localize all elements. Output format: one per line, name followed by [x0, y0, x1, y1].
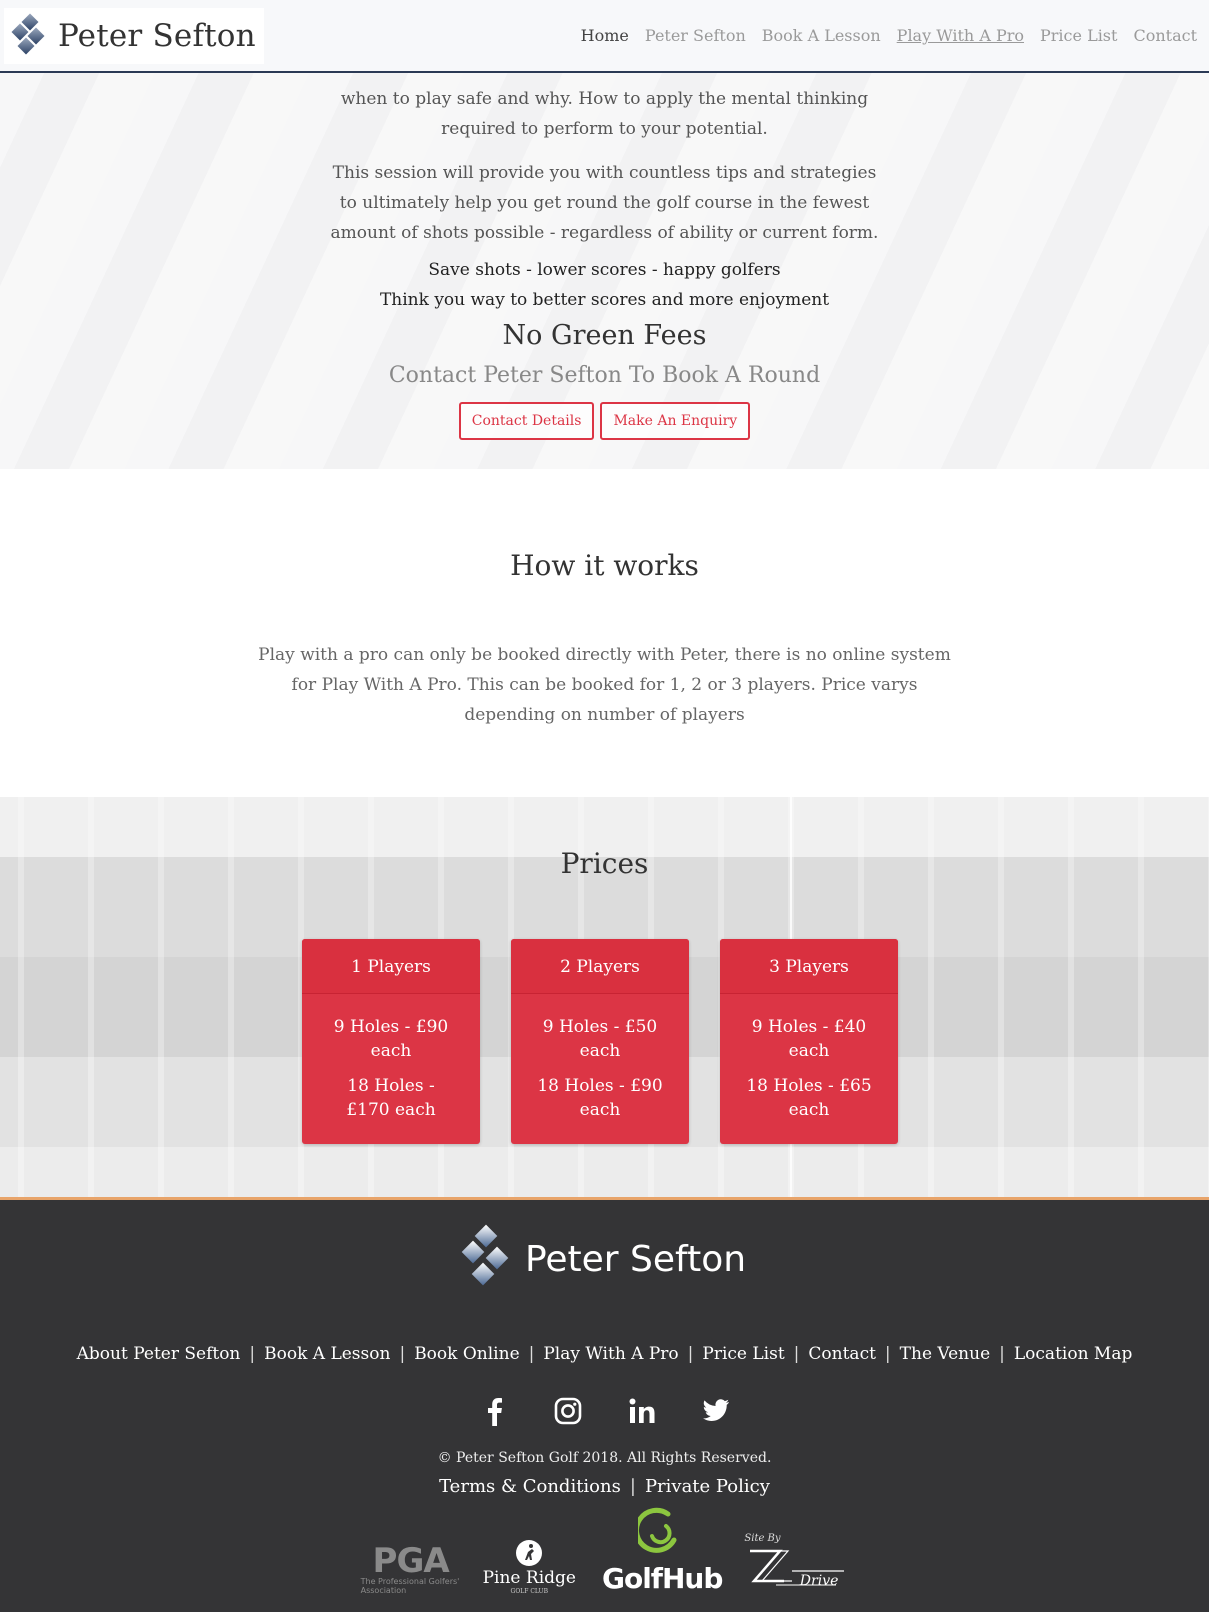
hero-section: when to play safe and why. How to apply …: [0, 73, 1209, 469]
pga-logo-text: PGA: [372, 1541, 450, 1581]
price-cards: 1 Players 9 Holes - £90 each 18 Holes - …: [302, 939, 898, 1144]
price-18-holes: 18 Holes - £90 each: [537, 1076, 663, 1120]
nav-price-list[interactable]: Price List: [1032, 26, 1125, 45]
price-card-1-player: 1 Players 9 Holes - £90 each 18 Holes - …: [302, 939, 480, 1144]
link-separator: |: [399, 1344, 406, 1364]
hero-subheading: Contact Peter Sefton To Book A Round: [388, 363, 821, 388]
footer-link-location-map[interactable]: Location Map: [1014, 1344, 1132, 1364]
pine-ridge-logo[interactable]: Pine Ridge GOLF CLUB: [483, 1538, 576, 1595]
golfhub-logo[interactable]: GolfHub: [598, 1506, 723, 1595]
social-links: [0, 1394, 1209, 1428]
link-separator: |: [793, 1344, 800, 1364]
copyright-text: © Peter Sefton Golf 2018. All Rights Res…: [437, 1450, 772, 1466]
price-card-heading: 2 Players: [511, 939, 689, 994]
link-separator: |: [249, 1344, 256, 1364]
price-18-holes: 18 Holes - £65 each: [746, 1076, 872, 1120]
prices-title: Prices: [560, 847, 649, 880]
price-card-3-players: 3 Players 9 Holes - £40 each 18 Holes - …: [720, 939, 898, 1144]
footer-link-book-online[interactable]: Book Online: [414, 1344, 519, 1364]
instagram-icon[interactable]: [550, 1394, 586, 1428]
footer-link-price-list[interactable]: Price List: [702, 1344, 784, 1364]
how-it-works-title: How it works: [510, 549, 699, 582]
footer-links: About Peter Sefton | Book A Lesson | Boo…: [0, 1344, 1209, 1364]
hero-tagline-2: Think you way to better scores and more …: [379, 290, 830, 310]
link-separator: |: [999, 1344, 1005, 1364]
linkedin-icon[interactable]: [624, 1394, 660, 1428]
hero-paragraph-1: when to play safe and why. How to apply …: [340, 89, 869, 139]
price-9-holes: 9 Holes - £50 each: [542, 1017, 658, 1061]
footer-link-book-a-lesson[interactable]: Book A Lesson: [264, 1344, 390, 1364]
hero-buttons: Contact Details Make An Enquiry: [0, 402, 1209, 440]
nav-contact[interactable]: Contact: [1125, 26, 1205, 45]
background-band: [0, 1147, 1209, 1197]
logo-diamonds-icon: [461, 1224, 509, 1292]
how-it-works-section: How it works Play with a pro can only be…: [0, 469, 1209, 797]
logo-diamonds-icon: [11, 13, 48, 56]
site-footer: Peter Sefton About Peter Sefton | Book A…: [0, 1197, 1209, 1612]
how-it-works-body: Play with a pro can only be booked direc…: [258, 645, 951, 725]
zdrive-logo[interactable]: Site By Drive: [744, 1533, 848, 1595]
golfhub-ring-icon: [638, 1507, 677, 1553]
footer-logo[interactable]: Peter Sefton: [0, 1224, 1209, 1292]
footer-link-play-with-a-pro[interactable]: Play With A Pro: [543, 1344, 678, 1364]
golfhub-text: GolfHub: [601, 1562, 723, 1595]
site-by-label: Site By: [744, 1533, 781, 1544]
make-an-enquiry-button[interactable]: Make An Enquiry: [600, 402, 751, 440]
twitter-icon[interactable]: [698, 1394, 734, 1428]
hero-tagline-1: Save shots - lower scores - happy golfer…: [428, 260, 781, 280]
prices-section: Prices 1 Players 9 Holes - £90 each 18 H…: [0, 797, 1209, 1197]
privacy-link[interactable]: Private Policy: [645, 1476, 770, 1497]
footer-link-contact[interactable]: Contact: [808, 1344, 876, 1364]
golfer-silhouette-icon: [516, 1540, 543, 1566]
nav-peter-sefton[interactable]: Peter Sefton: [637, 26, 754, 45]
contact-details-button[interactable]: Contact Details: [458, 402, 595, 440]
price-9-holes: 9 Holes - £40 each: [751, 1017, 867, 1061]
facebook-icon[interactable]: [476, 1394, 512, 1428]
nav-play-with-a-pro[interactable]: Play With A Pro: [889, 26, 1032, 45]
link-separator: |: [629, 1476, 636, 1497]
main-nav: Home Peter Sefton Book A Lesson Play Wit…: [573, 26, 1205, 45]
footer-logo-text: Peter Sefton: [524, 1238, 747, 1280]
zdrive-label: Drive: [799, 1573, 839, 1589]
link-separator: |: [528, 1344, 535, 1364]
pga-logo[interactable]: PGA The Professional Golfers' Associatio…: [360, 1541, 461, 1595]
nav-home[interactable]: Home: [573, 26, 637, 45]
legal-links: Terms & Conditions | Private Policy: [0, 1476, 1209, 1497]
footer-link-the-venue[interactable]: The Venue: [900, 1344, 991, 1364]
pine-ridge-subtext: GOLF CLUB: [510, 1588, 549, 1595]
price-card-heading: 1 Players: [302, 939, 480, 994]
price-card-2-players: 2 Players 9 Holes - £50 each 18 Holes - …: [511, 939, 689, 1144]
hero-heading: No Green Fees: [502, 320, 707, 351]
pine-ridge-text: Pine Ridge: [482, 1568, 576, 1588]
price-9-holes: 9 Holes - £90 each: [333, 1017, 449, 1061]
site-logo[interactable]: Peter Sefton: [4, 7, 264, 64]
footer-link-about[interactable]: About Peter Sefton: [77, 1344, 241, 1364]
partner-logos: PGA The Professional Golfers' Associatio…: [0, 1507, 1209, 1595]
price-18-holes: 18 Holes - £170 each: [346, 1076, 436, 1120]
link-separator: |: [687, 1344, 694, 1364]
terms-link[interactable]: Terms & Conditions: [439, 1476, 621, 1497]
logo-text: Peter Sefton: [58, 17, 256, 54]
link-separator: |: [884, 1344, 891, 1364]
price-card-heading: 3 Players: [720, 939, 898, 994]
hero-paragraph-2: This session will provide you with count…: [330, 163, 879, 243]
pga-logo-subtext: The Professional Golfers' Association: [360, 1577, 460, 1595]
site-header: Peter Sefton Home Peter Sefton Book A Le…: [0, 0, 1209, 73]
nav-book-a-lesson[interactable]: Book A Lesson: [754, 26, 889, 45]
